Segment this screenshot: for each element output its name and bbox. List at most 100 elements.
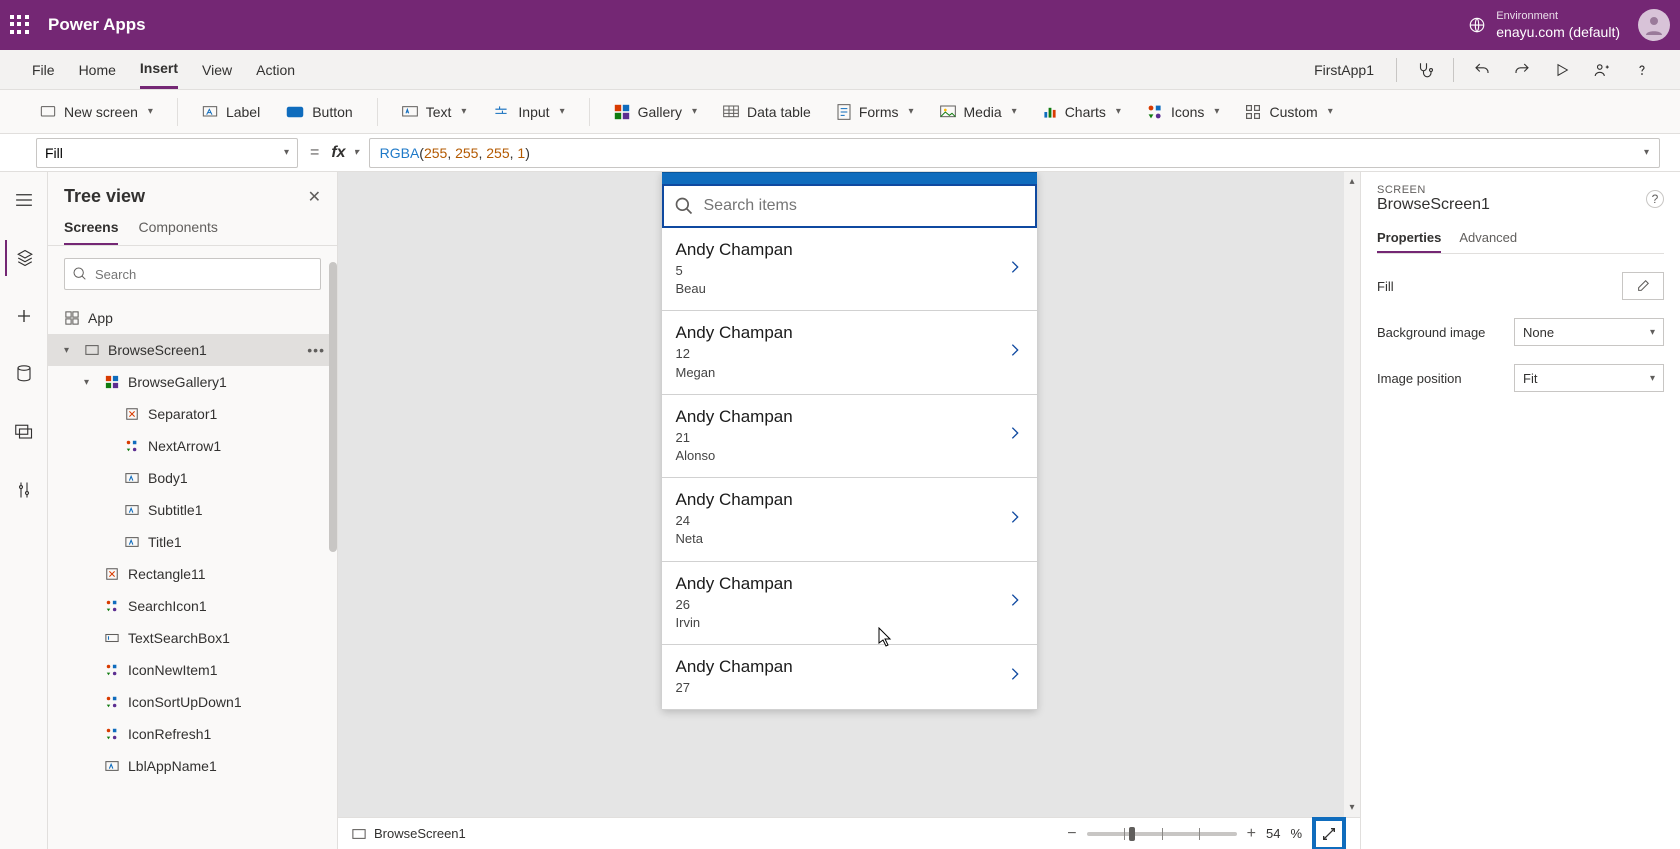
zoom-in-button[interactable]: +: [1247, 825, 1256, 843]
tree-node-subtitle[interactable]: Subtitle1: [48, 494, 337, 526]
tool-gallery[interactable]: Gallery ▾: [606, 100, 705, 124]
fill-color-picker[interactable]: [1622, 272, 1664, 300]
tool-data-table[interactable]: Data table: [715, 100, 819, 124]
menu-action[interactable]: Action: [256, 50, 295, 89]
tab-components[interactable]: Components: [138, 219, 217, 245]
tool-charts[interactable]: Charts ▾: [1035, 100, 1129, 124]
tool-gallery-label: Gallery: [638, 104, 682, 120]
chevron-down-icon[interactable]: ▾: [64, 345, 76, 356]
separator: [1453, 58, 1454, 82]
tool-new-screen[interactable]: New screen ▾: [32, 100, 161, 124]
gallery-item[interactable]: Andy Champan26Irvin: [662, 562, 1037, 645]
zoom-slider[interactable]: [1087, 832, 1237, 836]
tree-node-iconnew[interactable]: IconNewItem1: [48, 654, 337, 686]
tree-close-button[interactable]: ✕: [308, 187, 321, 207]
next-arrow-icon[interactable]: [1007, 666, 1023, 687]
tree-node-browsegallery[interactable]: ▾ BrowseGallery1: [48, 366, 337, 398]
next-arrow-icon[interactable]: [1007, 342, 1023, 363]
tool-media[interactable]: Media ▾: [932, 100, 1025, 124]
gallery-item[interactable]: Andy Champan5Beau: [662, 228, 1037, 311]
label-icon: [202, 105, 218, 119]
tool-custom[interactable]: Custom ▾: [1237, 100, 1340, 124]
tree-node-textsearch[interactable]: TextSearchBox1: [48, 622, 337, 654]
rail-insert[interactable]: [6, 298, 42, 334]
scroll-down-icon[interactable]: ▾: [1349, 802, 1354, 813]
rp-help-button[interactable]: ?: [1646, 190, 1664, 208]
tool-input[interactable]: Input ▾: [484, 100, 572, 124]
tree-node-nextarrow[interactable]: NextArrow1: [48, 430, 337, 462]
tree-node-searchicon[interactable]: SearchIcon1: [48, 590, 337, 622]
phone-search-input[interactable]: [664, 186, 1035, 226]
next-arrow-icon[interactable]: [1007, 592, 1023, 613]
tree-search-input[interactable]: [64, 258, 321, 290]
redo-button[interactable]: [1504, 52, 1540, 88]
play-button[interactable]: [1544, 52, 1580, 88]
tool-button[interactable]: Button: [278, 100, 360, 124]
menu-home[interactable]: Home: [79, 50, 116, 89]
chevron-down-icon[interactable]: ▾: [84, 377, 96, 388]
tree-scrollbar[interactable]: [329, 262, 337, 552]
next-arrow-icon[interactable]: [1007, 425, 1023, 446]
bg-image-select[interactable]: None ▾: [1514, 318, 1664, 346]
app-launcher-icon[interactable]: [10, 15, 30, 35]
help-button[interactable]: [1624, 52, 1660, 88]
tool-icons[interactable]: Icons ▾: [1139, 100, 1228, 124]
chevron-down-icon: ▾: [908, 106, 913, 117]
phone-header-bar[interactable]: [662, 172, 1037, 184]
tree-node-body[interactable]: Body1: [48, 462, 337, 494]
formula-input[interactable]: RGBA(255, 255, 255, 1) ▾: [369, 138, 1660, 168]
more-icon[interactable]: •••: [307, 342, 325, 358]
app-icon: [64, 310, 80, 326]
rail-data[interactable]: [6, 356, 42, 392]
chevron-down-icon[interactable]: ▾: [1644, 147, 1649, 158]
rail-tools[interactable]: [6, 472, 42, 508]
tree-node-app[interactable]: App: [48, 302, 337, 334]
gallery-item[interactable]: Andy Champan12Megan: [662, 311, 1037, 394]
label-icon: [124, 502, 140, 518]
next-arrow-icon[interactable]: [1007, 509, 1023, 530]
tree-node-iconrefresh[interactable]: IconRefresh1: [48, 718, 337, 750]
environment-selector[interactable]: Environment enayu.com (default): [1468, 9, 1620, 41]
rail-tree-view[interactable]: [5, 240, 41, 276]
gallery-item[interactable]: Andy Champan24Neta: [662, 478, 1037, 561]
tree-node-separator[interactable]: Separator1: [48, 398, 337, 430]
zoom-out-button[interactable]: −: [1067, 825, 1076, 843]
app-name-label[interactable]: FirstApp1: [1314, 62, 1374, 78]
fit-to-window-button[interactable]: [1312, 817, 1346, 849]
tab-advanced[interactable]: Advanced: [1459, 224, 1517, 253]
tree-node-lblappname[interactable]: LblAppName1: [48, 750, 337, 782]
tab-screens[interactable]: Screens: [64, 219, 118, 245]
tree-node-rectangle[interactable]: Rectangle11: [48, 558, 337, 590]
rail-hamburger[interactable]: [6, 182, 42, 218]
tree-node-iconsort[interactable]: IconSortUpDown1: [48, 686, 337, 718]
tool-text[interactable]: Text ▾: [394, 100, 475, 124]
menu-insert[interactable]: Insert: [140, 50, 178, 89]
rail-media[interactable]: [6, 414, 42, 450]
tab-properties[interactable]: Properties: [1377, 224, 1441, 253]
gallery-item-title: Andy Champan: [676, 490, 793, 510]
tool-forms[interactable]: Forms ▾: [829, 100, 922, 124]
share-button[interactable]: [1584, 52, 1620, 88]
canvas-area[interactable]: Andy Champan5BeauAndy Champan12MeganAndy…: [338, 172, 1360, 817]
menu-file[interactable]: File: [32, 50, 55, 89]
gallery-item[interactable]: Andy Champan21Alonso: [662, 395, 1037, 478]
menu-view[interactable]: View: [202, 50, 232, 89]
title-bar-right: Environment enayu.com (default): [1468, 9, 1670, 41]
fx-label[interactable]: fx ▾: [331, 144, 368, 162]
tree-node-browsescreen[interactable]: ▾ BrowseScreen1 •••: [48, 334, 337, 366]
undo-button[interactable]: [1464, 52, 1500, 88]
tree-node-title[interactable]: Title1: [48, 526, 337, 558]
rp-row-bgimage: Background image None ▾: [1377, 318, 1664, 346]
tool-label[interactable]: Label: [194, 100, 268, 124]
property-selector[interactable]: Fill ▾: [36, 138, 298, 168]
gallery-item[interactable]: Andy Champan27: [662, 645, 1037, 710]
status-screen-name[interactable]: BrowseScreen1: [374, 826, 466, 841]
user-avatar[interactable]: [1638, 9, 1670, 41]
img-pos-select[interactable]: Fit ▾: [1514, 364, 1664, 392]
phone-search-box[interactable]: [662, 184, 1037, 228]
scroll-up-icon[interactable]: ▴: [1349, 176, 1354, 187]
canvas-scrollbar[interactable]: ▴ ▾: [1344, 172, 1360, 817]
app-checker-button[interactable]: [1407, 52, 1443, 88]
phone-preview[interactable]: Andy Champan5BeauAndy Champan12MeganAndy…: [662, 172, 1037, 710]
next-arrow-icon[interactable]: [1007, 259, 1023, 280]
